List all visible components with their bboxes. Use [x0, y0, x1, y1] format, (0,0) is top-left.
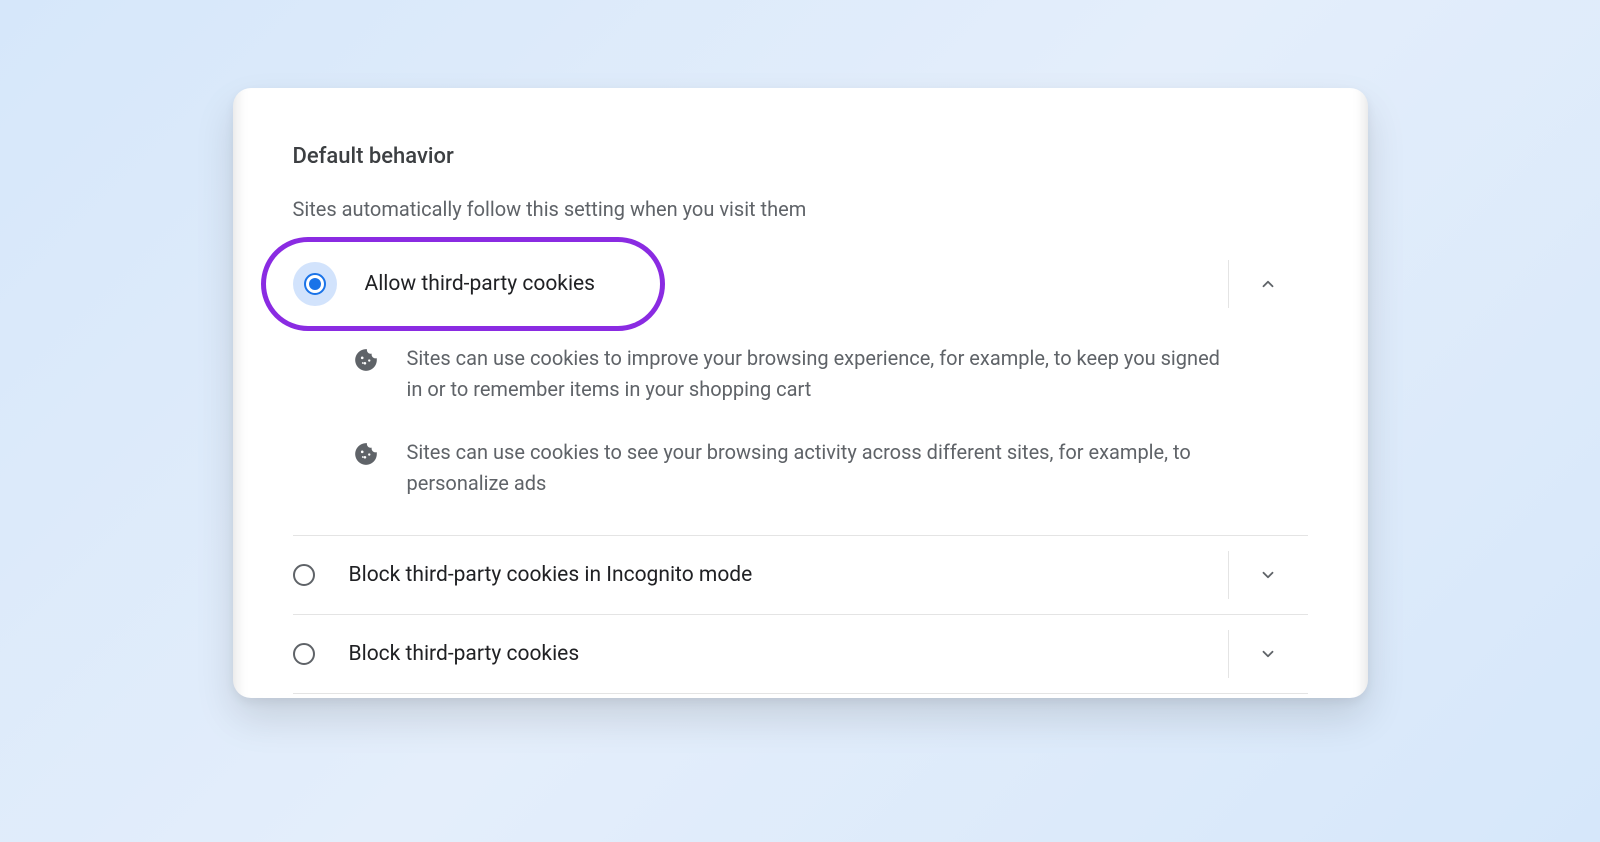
radio-block-third-party[interactable] — [293, 643, 315, 665]
radio-allow-third-party[interactable] — [293, 262, 337, 306]
detail-row: Sites can use cookies to see your browsi… — [353, 421, 1228, 515]
section-title: Default behavior — [293, 144, 1308, 169]
expand-toggle-block-incognito[interactable] — [1228, 551, 1308, 599]
radio-block-incognito[interactable] — [293, 564, 315, 586]
cookie-icon — [353, 441, 379, 467]
chevron-down-icon — [1259, 645, 1277, 663]
expand-toggle-allow[interactable] — [1228, 260, 1308, 308]
option-allow-third-party[interactable]: Allow third-party cookies — [293, 245, 1308, 323]
radio-indicator-selected — [304, 273, 326, 295]
cookie-icon — [353, 347, 379, 373]
option-allow-details: Sites can use cookies to improve your br… — [293, 323, 1308, 535]
option-block-third-party[interactable]: Block third-party cookies — [293, 615, 1308, 693]
option-label: Block third-party cookies — [349, 642, 580, 666]
option-label: Allow third-party cookies — [365, 272, 596, 296]
chevron-up-icon — [1259, 275, 1277, 293]
expand-toggle-block-third-party[interactable] — [1228, 630, 1308, 678]
section-description: Sites automatically follow this setting … — [293, 197, 1308, 221]
divider — [293, 693, 1308, 694]
option-label: Block third-party cookies in Incognito m… — [349, 563, 753, 587]
detail-row: Sites can use cookies to improve your br… — [353, 327, 1228, 421]
option-left: Block third-party cookies — [293, 642, 1218, 666]
detail-text: Sites can use cookies to improve your br… — [407, 343, 1228, 405]
option-left: Allow third-party cookies — [293, 262, 1218, 306]
chevron-down-icon — [1259, 566, 1277, 584]
detail-text: Sites can use cookies to see your browsi… — [407, 437, 1228, 499]
option-left: Block third-party cookies in Incognito m… — [293, 563, 1218, 587]
option-block-incognito[interactable]: Block third-party cookies in Incognito m… — [293, 536, 1308, 614]
settings-content: Default behavior Sites automatically fol… — [233, 88, 1368, 694]
settings-panel: Default behavior Sites automatically fol… — [233, 88, 1368, 698]
